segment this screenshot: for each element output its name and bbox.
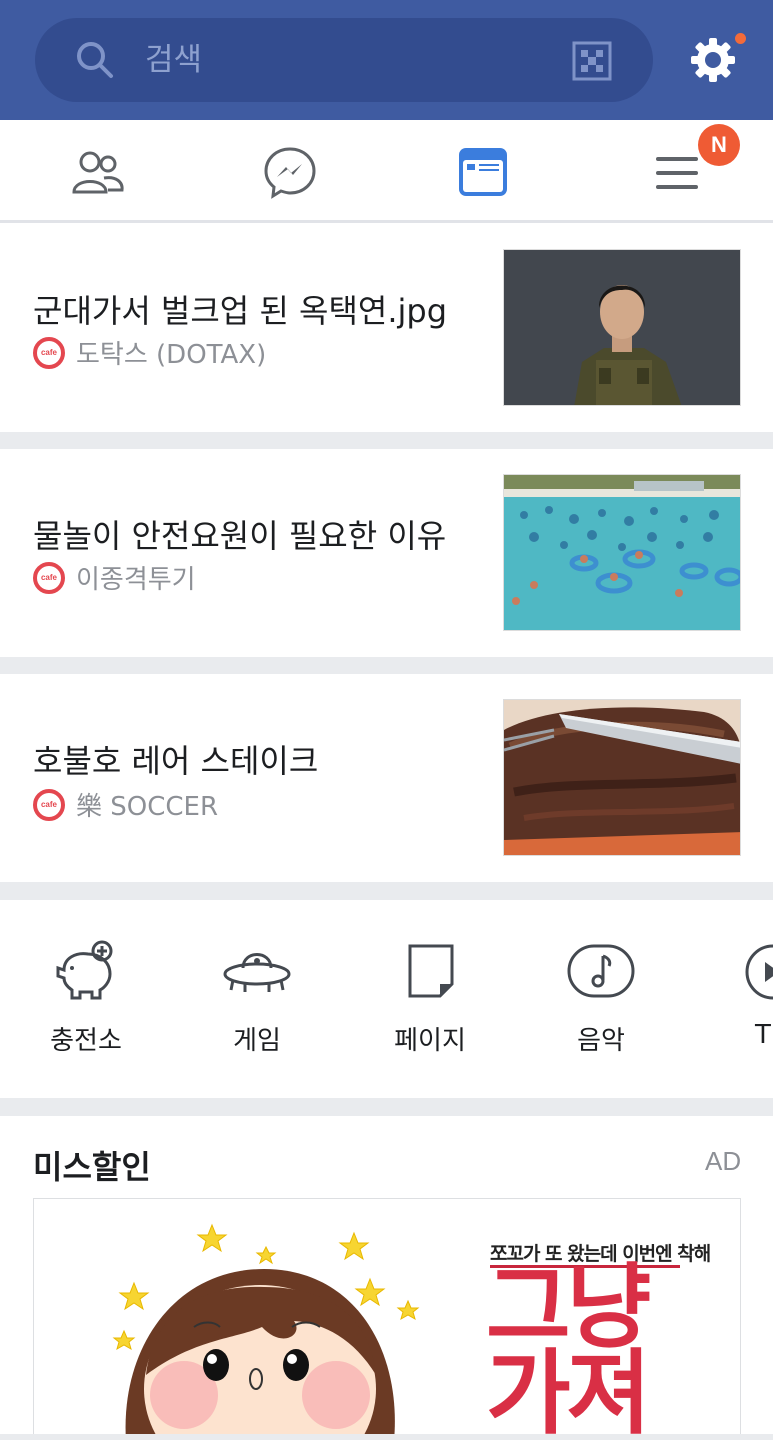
friends-icon [72, 151, 124, 194]
wave-pool-photo [504, 475, 740, 630]
page-icon [408, 944, 454, 998]
shortcut-label: 음악 [577, 1026, 625, 1056]
menu-badge: N [698, 124, 740, 166]
feed-divider [0, 432, 773, 449]
ad-label: AD [705, 1146, 742, 1176]
feed-item-source-name: 이종격투기 [76, 565, 196, 595]
top-bar [0, 0, 773, 120]
feed-item-title[interactable]: 물놀이 안전요원이 필요한 이유 [33, 511, 446, 557]
shortcut-page[interactable]: 페이지 [370, 940, 490, 1057]
cafe-icon: cafe [33, 561, 65, 594]
steak-photo [504, 700, 740, 855]
cartoon-girl-illustration [112, 1223, 420, 1440]
shortcut-label: T [755, 1020, 771, 1050]
section-divider [0, 1098, 773, 1116]
feed-item-source-name: 樂 SOCCER [76, 792, 219, 822]
search-input[interactable] [145, 34, 565, 86]
messenger-icon [264, 147, 316, 199]
ad-banner[interactable]: 쪼꼬가 또 왔는데 이번엔 착해 그냥 가져 [33, 1198, 741, 1440]
feed-item-title[interactable]: 호불호 레어 스테이크 [33, 736, 318, 782]
shortcut-charging[interactable]: 충전소 [26, 940, 146, 1057]
news-feed-icon [459, 148, 507, 196]
ad-banner-headline: 그냥 가져 [486, 1254, 651, 1440]
shortcut-music[interactable]: 음악 [541, 940, 661, 1057]
feed-item[interactable]: 물놀이 안전요원이 필요한 이유 cafe 이종격투기 [0, 449, 773, 657]
tab-news-feed[interactable] [453, 142, 513, 202]
feed-item-thumbnail[interactable] [503, 249, 741, 406]
tab-messenger[interactable] [260, 142, 320, 202]
gear-icon[interactable] [689, 36, 737, 84]
soldier-photo [504, 250, 740, 405]
qr-code-icon[interactable] [572, 41, 612, 81]
shortcuts-row: 충전소 게임 페이지 음악 T [0, 900, 773, 1098]
feed-item-source[interactable]: cafe 도탁스 (DOTAX) [33, 334, 266, 371]
ufo-icon [223, 953, 291, 992]
feed-item[interactable]: 호불호 레어 스테이크 cafe 樂 SOCCER [0, 674, 773, 882]
feed-divider [0, 882, 773, 900]
feed-item-thumbnail[interactable] [503, 474, 741, 631]
feed-item-thumbnail[interactable] [503, 699, 741, 856]
feed-item-source-name: 도탁스 (DOTAX) [76, 340, 267, 370]
piggy-bank-icon [56, 940, 113, 1000]
feed-item-title[interactable]: 군대가서 벌크업 된 옥택연.jpg [33, 286, 447, 332]
feed-item-source[interactable]: cafe 이종격투기 [33, 559, 196, 596]
cafe-icon: cafe [33, 336, 65, 369]
feed-item-source[interactable]: cafe 樂 SOCCER [33, 786, 218, 823]
shortcut-label: 게임 [233, 1026, 281, 1056]
shortcut-tv[interactable]: T [713, 940, 773, 1050]
shortcut-label: 충전소 [50, 1026, 122, 1056]
shortcut-label: 페이지 [394, 1026, 466, 1056]
settings-notification-dot [735, 33, 746, 44]
bottom-divider [0, 1434, 773, 1440]
cafe-icon: cafe [33, 788, 65, 821]
ad-section: 미스할인 AD 쪼꼬가 또 왔는데 이번엔 착해 그냥 가져 [0, 1116, 773, 1440]
shortcut-game[interactable]: 게임 [197, 940, 317, 1057]
music-icon [567, 944, 635, 998]
ad-title[interactable]: 미스할인 [33, 1142, 151, 1188]
search-bar[interactable] [35, 18, 653, 102]
tab-bar [0, 120, 773, 223]
feed-divider [0, 657, 773, 674]
tab-friends[interactable] [68, 142, 128, 202]
feed-item[interactable]: 군대가서 벌크업 된 옥택연.jpg cafe 도탁스 (DOTAX) [0, 224, 773, 432]
search-icon[interactable] [75, 40, 115, 80]
play-icon [745, 944, 773, 1000]
